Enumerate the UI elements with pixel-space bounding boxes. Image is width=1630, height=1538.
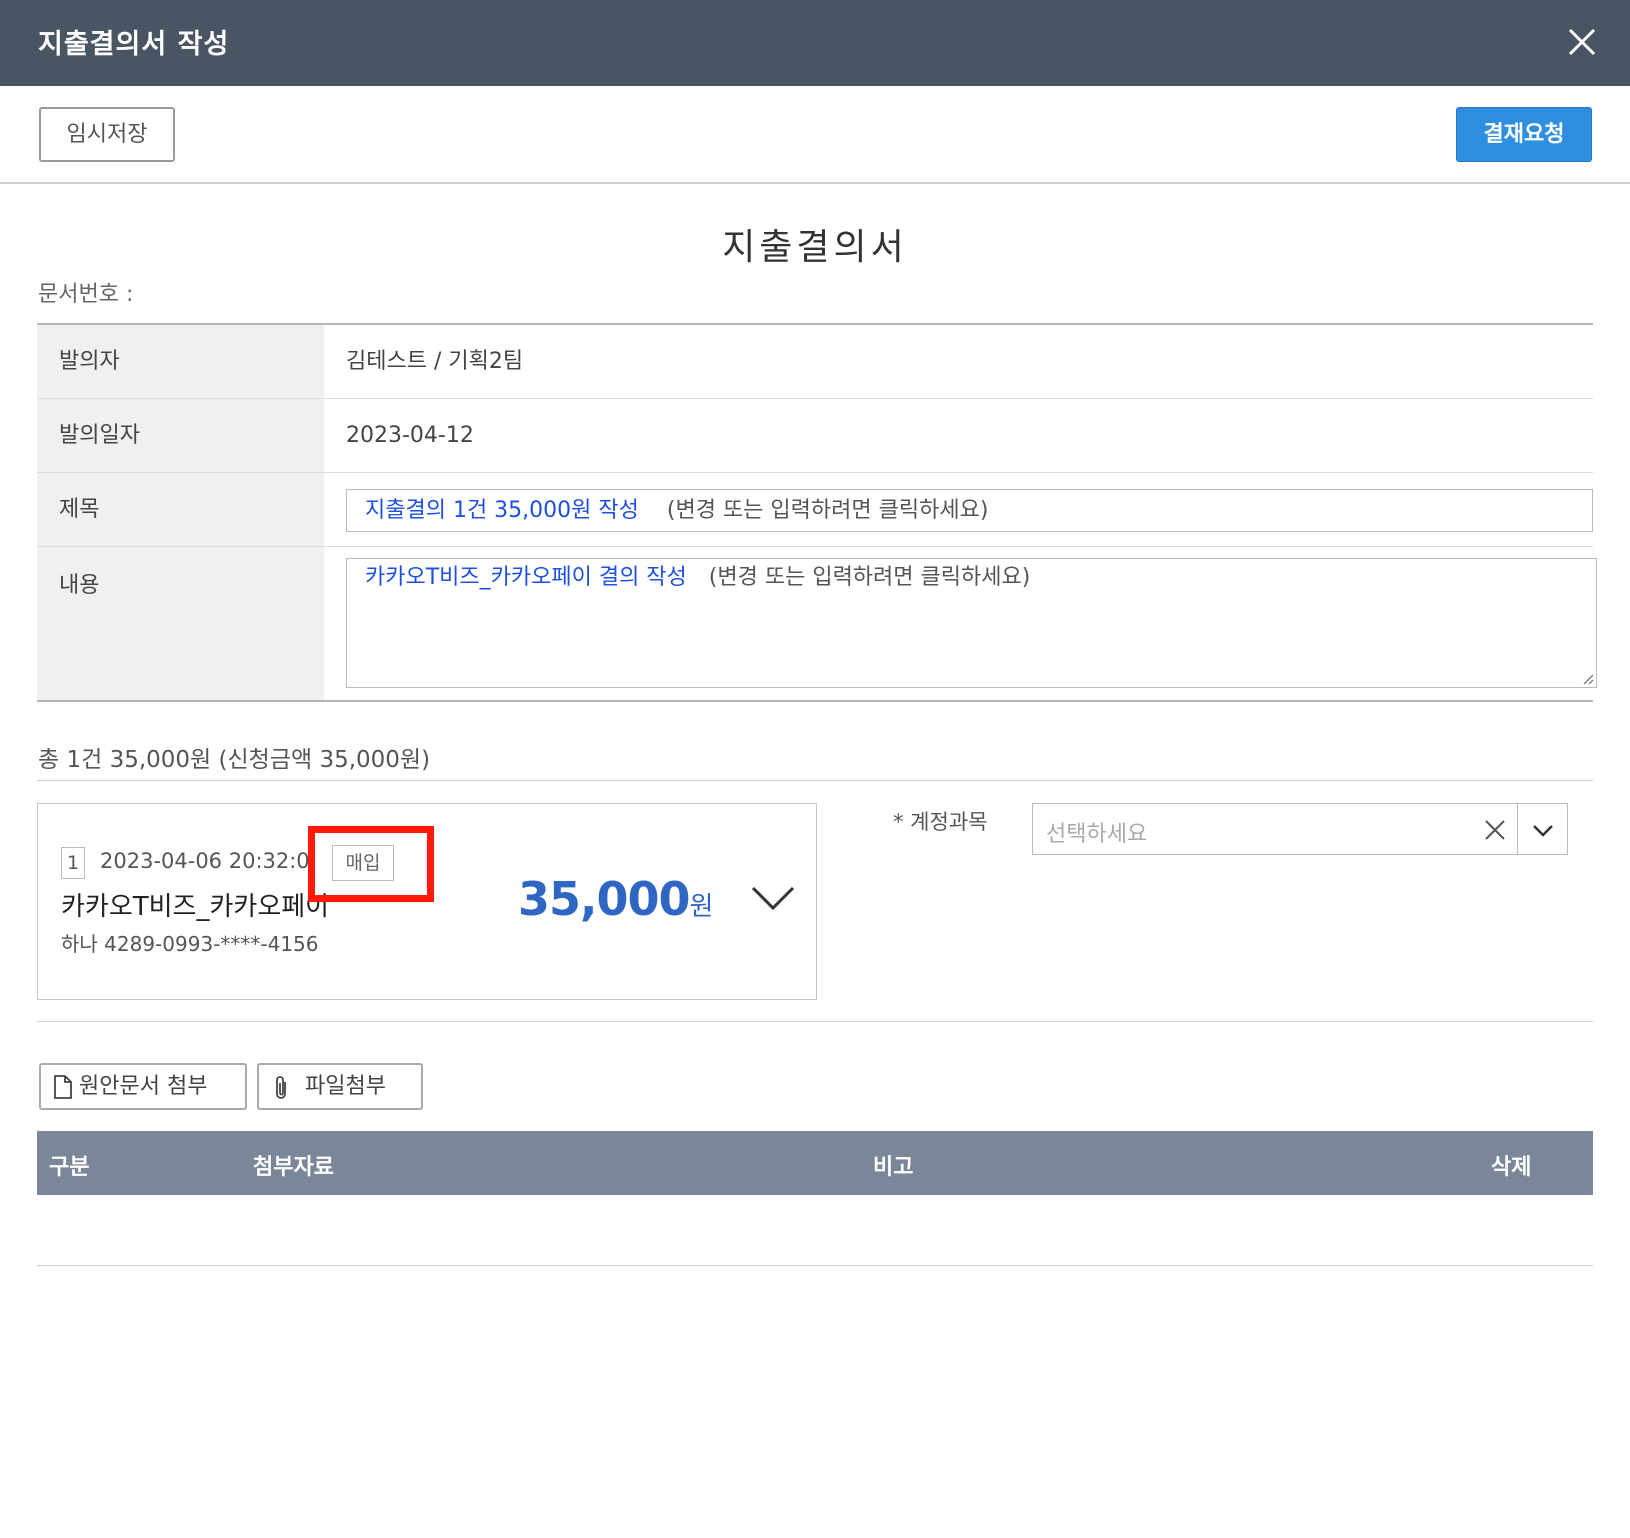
attach-original-document-label: 원안문서 첨부 <box>79 1074 208 1099</box>
window-title: 지출결의서 작성 <box>38 29 230 60</box>
resize-handle-icon[interactable] <box>1580 671 1594 685</box>
date-value: 2023-04-12 <box>346 423 474 448</box>
card-index: 1 <box>61 847 85 879</box>
expense-summary: 총 1건 35,000원 (신청금액 35,000원) <box>38 747 431 773</box>
column-header-type: 구분 <box>49 1155 90 1180</box>
chevron-down-icon[interactable] <box>750 884 796 912</box>
subject-label: 제목 <box>37 473 324 546</box>
divider <box>37 780 1593 781</box>
form-table: 발의자 김테스트 / 기획2팀 발의일자 2023-04-12 제목 지출결의 … <box>37 323 1597 702</box>
temp-save-button[interactable]: 임시저장 <box>39 107 175 162</box>
date-label: 발의일자 <box>37 399 324 472</box>
form-row-subject: 제목 지출결의 1건 35,000원 작성 (변경 또는 입력하려면 클릭하세요) <box>37 473 1593 547</box>
account-subject-select[interactable]: 선택하세요 <box>1032 803 1568 855</box>
proposer-value: 김테스트 / 기획2팀 <box>346 349 524 374</box>
attachment-table-bottom <box>37 1265 1593 1266</box>
toolbar: 임시저장 결재요청 <box>0 86 1630 184</box>
card-datetime: 2023-04-06 20:32:0 <box>100 849 310 873</box>
form-row-content: 내용 카카오T비즈_카카오페이 결의 작성 (변경 또는 입력하려면 클릭하세요) <box>37 547 1597 700</box>
highlight-box <box>308 826 434 902</box>
card-account: 하나 4289-0993-****-4156 <box>61 932 319 956</box>
form-row-date: 발의일자 2023-04-12 <box>37 399 1593 473</box>
attach-file-button[interactable]: 파일첨부 <box>257 1063 423 1110</box>
proposer-label: 발의자 <box>37 325 324 398</box>
column-header-attachment: 첨부자료 <box>253 1155 334 1180</box>
column-header-remarks: 비고 <box>873 1155 914 1180</box>
subject-input[interactable]: 지출결의 1건 35,000원 작성 (변경 또는 입력하려면 클릭하세요) <box>346 489 1593 532</box>
subject-hint: (변경 또는 입력하려면 클릭하세요) <box>666 498 989 523</box>
card-amount-currency: 원 <box>689 892 714 922</box>
account-subject-placeholder: 선택하세요 <box>1046 822 1148 847</box>
document-title: 지출결의서 <box>722 227 908 268</box>
window-titlebar: 지출결의서 작성 <box>0 0 1630 86</box>
divider <box>37 1021 1593 1022</box>
content-textarea[interactable]: 카카오T비즈_카카오페이 결의 작성 (변경 또는 입력하려면 클릭하세요) <box>346 558 1597 688</box>
card-merchant: 카카오T비즈_카카오페이 <box>61 892 330 922</box>
content-hint: (변경 또는 입력하려면 클릭하세요) <box>708 565 1031 590</box>
card-amount-value: 35,000 <box>518 872 691 926</box>
document-number-label: 문서번호 : <box>38 282 134 307</box>
subject-value: 지출결의 1건 35,000원 작성 <box>365 498 639 523</box>
content-value: 카카오T비즈_카카오페이 결의 작성 <box>365 565 687 590</box>
content-label: 내용 <box>37 547 324 700</box>
card-amount: 35,000원 <box>518 872 713 926</box>
form-row-proposer: 발의자 김테스트 / 기획2팀 <box>37 325 1593 399</box>
attachment-table-header: 구분 첨부자료 비고 삭제 <box>37 1131 1593 1195</box>
account-subject-label: * 계정과목 <box>893 810 988 834</box>
attach-original-document-button[interactable]: 원안문서 첨부 <box>39 1063 247 1110</box>
close-icon[interactable] <box>1562 22 1602 62</box>
paperclip-icon <box>276 1076 286 1099</box>
document-icon <box>54 1075 72 1099</box>
approve-request-button[interactable]: 결재요청 <box>1456 107 1592 162</box>
attach-file-label: 파일첨부 <box>305 1074 386 1099</box>
chevron-down-icon[interactable] <box>1531 820 1555 840</box>
select-divider <box>1517 804 1518 854</box>
clear-icon[interactable] <box>1483 818 1507 842</box>
column-header-delete: 삭제 <box>1491 1155 1532 1180</box>
